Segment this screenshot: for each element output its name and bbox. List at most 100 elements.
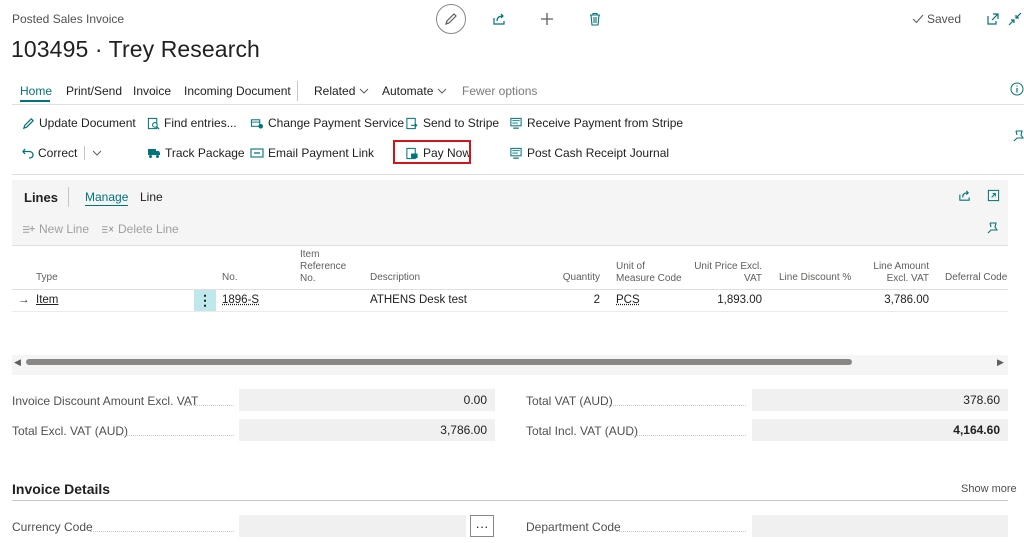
lines-share-button[interactable]	[958, 189, 971, 202]
col-header-deferral-code[interactable]: Deferral Code	[945, 272, 1007, 284]
fewer-options-link[interactable]: Fewer options	[462, 84, 537, 98]
lines-title: Lines	[24, 190, 58, 205]
email-payment-link-button[interactable]: Email Payment Link	[250, 146, 374, 160]
new-line-icon	[23, 225, 35, 233]
row-actions-button[interactable]: ⋮	[194, 290, 216, 311]
saved-status: Saved	[912, 12, 961, 26]
row-type-cell[interactable]: Item	[36, 294, 58, 306]
update-document-button[interactable]: Update Document	[22, 116, 136, 130]
col-header-uom[interactable]: Unit of Measure Code	[616, 261, 682, 285]
collapse-button[interactable]	[1006, 8, 1024, 30]
show-more-link[interactable]: Show more	[961, 483, 1017, 495]
total-vat-label: Total VAT (AUD)	[526, 394, 613, 408]
email-payment-link-label: Email Payment Link	[268, 146, 375, 160]
edit-button[interactable]	[436, 4, 466, 34]
col-header-description[interactable]: Description	[370, 272, 420, 284]
pin-action-bar-button[interactable]	[1012, 130, 1024, 144]
row-uom-cell[interactable]: PCS	[616, 294, 640, 306]
truck-icon	[148, 149, 160, 158]
currency-code-field[interactable]	[239, 515, 466, 537]
tab-home[interactable]: Home	[20, 84, 52, 98]
lines-pin-button[interactable]	[986, 222, 998, 236]
row-unit-price-cell[interactable]: 1,893.00	[690, 294, 762, 306]
horizontal-scrollbar-thumb[interactable]	[26, 359, 852, 365]
action-bar-divider	[12, 174, 1024, 175]
send-to-stripe-label: Send to Stripe	[423, 116, 500, 130]
tabs-divider	[12, 104, 1024, 105]
col-header-unit-price[interactable]: Unit Price Excl. VAT	[690, 261, 762, 285]
currency-code-label: Currency Code	[12, 520, 93, 534]
correct-button[interactable]: Correct	[22, 146, 102, 160]
field-leader	[184, 404, 234, 406]
col-header-item-reference[interactable]: Item Reference No.	[300, 249, 346, 285]
col-header-item-reference-line3: No.	[300, 273, 316, 284]
tab-automate-label: Automate	[382, 84, 434, 98]
change-payment-service-button[interactable]: Change Payment Service	[250, 116, 404, 130]
lines-tab-manage[interactable]: Manage	[85, 190, 129, 206]
tab-invoice[interactable]: Invoice	[133, 84, 171, 98]
send-to-stripe-button[interactable]: Send to Stripe	[405, 116, 499, 130]
row-quantity-cell[interactable]: 2	[540, 294, 600, 306]
tab-incoming-document[interactable]: Incoming Document	[184, 84, 291, 98]
share-button[interactable]	[486, 8, 512, 30]
invoice-discount-value: 0.00	[239, 389, 495, 411]
row-description-cell[interactable]: ATHENS Desk test	[370, 294, 467, 306]
delete-button[interactable]	[582, 8, 608, 30]
col-header-quantity[interactable]: Quantity	[540, 272, 600, 284]
col-header-item-reference-line1: Item	[300, 249, 320, 260]
col-header-line-amount[interactable]: Line Amount Excl. VAT	[860, 261, 929, 285]
plus-icon	[541, 13, 553, 25]
payment-service-icon	[250, 118, 264, 129]
grid-header-border	[12, 289, 1008, 290]
delete-line-button[interactable]: Delete Line	[101, 222, 179, 236]
lines-tab-line[interactable]: Line	[140, 190, 163, 204]
col-header-uom-line1: Unit of	[616, 261, 645, 272]
pencil-icon	[22, 117, 34, 129]
find-entries-button[interactable]: Find entries...	[147, 116, 237, 130]
trash-icon	[590, 12, 600, 26]
tab-automate[interactable]: Automate	[382, 84, 447, 98]
open-new-window-button[interactable]	[980, 8, 1006, 30]
track-package-button[interactable]: Track Package	[147, 146, 245, 160]
col-header-no[interactable]: No.	[222, 272, 238, 284]
total-excl-vat-value: 3,786.00	[239, 419, 495, 441]
tab-related[interactable]: Related	[314, 84, 369, 98]
info-button[interactable]	[1010, 82, 1024, 96]
pencil-icon	[445, 13, 457, 25]
page-title: 103495 · Trey Research	[11, 36, 260, 62]
chevron-down-icon	[92, 150, 102, 156]
field-leader	[628, 434, 746, 436]
scroll-right-arrow-icon[interactable]: ▶	[997, 357, 1004, 368]
col-header-line-amount-line2: Excl. VAT	[886, 273, 929, 284]
scroll-left-arrow-icon[interactable]: ◀	[14, 357, 21, 368]
col-header-line-amount-line1: Line Amount	[873, 261, 929, 272]
receive-payment-from-stripe-button[interactable]: Receive Payment from Stripe	[509, 116, 683, 130]
row-line-amount-cell[interactable]: 3,786.00	[860, 294, 929, 306]
grid-top-border	[12, 245, 1008, 246]
tab-print-send[interactable]: Print/Send	[66, 84, 122, 98]
department-code-field[interactable]	[752, 515, 1008, 537]
checkmark-icon	[912, 14, 924, 24]
row-no-cell[interactable]: 1896-S	[222, 294, 259, 306]
change-payment-service-label: Change Payment Service	[268, 116, 405, 130]
receipt-journal-icon	[510, 147, 522, 159]
col-header-type[interactable]: Type	[36, 272, 58, 284]
total-vat-value: 378.60	[752, 389, 1008, 411]
new-button[interactable]	[534, 8, 560, 30]
lines-expand-button[interactable]	[987, 189, 1000, 202]
currency-lookup-button[interactable]: ···	[470, 515, 494, 537]
invoice-discount-label: Invoice Discount Amount Excl. VAT	[12, 394, 199, 408]
new-line-button[interactable]: New Line	[22, 222, 89, 236]
tab-divider	[297, 81, 298, 101]
delete-line-icon	[102, 225, 114, 233]
correct-label: Correct	[38, 146, 78, 160]
section-divider	[12, 500, 1008, 501]
share-icon	[959, 190, 970, 201]
split-divider	[84, 146, 86, 160]
send-document-icon	[406, 117, 418, 129]
more-options-icon: ⋮	[198, 292, 212, 308]
post-cash-receipt-journal-button[interactable]: Post Cash Receipt Journal	[509, 146, 669, 160]
page-kind-label: Posted Sales Invoice	[12, 12, 125, 26]
col-header-line-discount[interactable]: Line Discount %	[779, 272, 851, 284]
invoice-details-title[interactable]: Invoice Details	[12, 481, 110, 497]
